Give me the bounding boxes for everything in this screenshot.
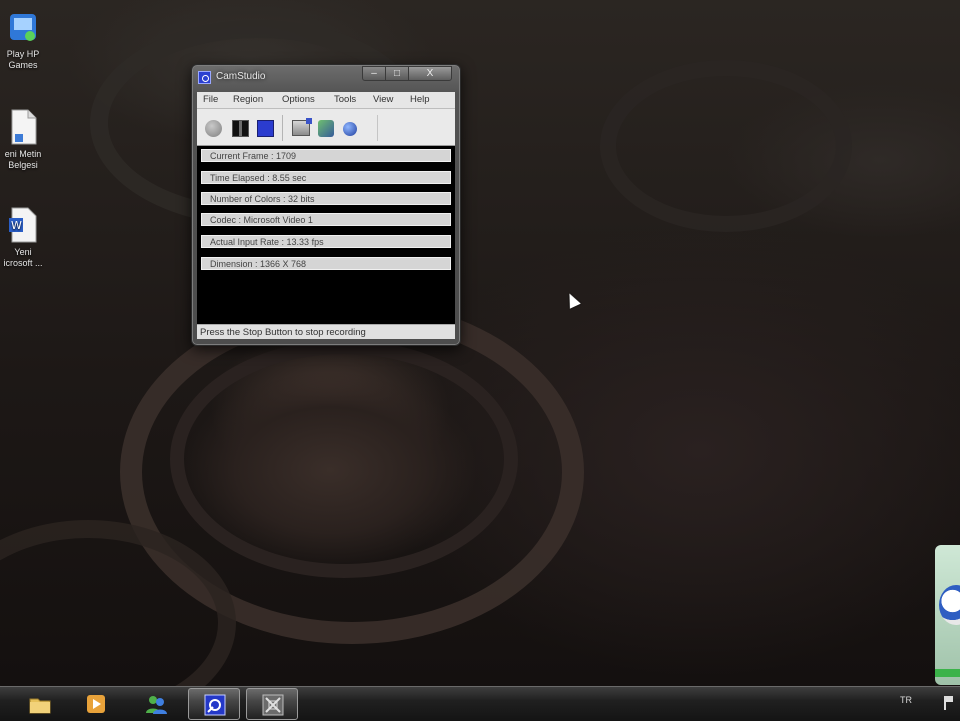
toolbar-separator (377, 115, 378, 141)
unknown-app-icon (262, 694, 284, 716)
menu-help[interactable]: Help (410, 94, 430, 105)
text-document-icon (6, 108, 40, 146)
desktop-icon-label: Belgesi (8, 160, 38, 170)
time-elapsed-row: Time Elapsed : 8.55 sec (201, 171, 451, 184)
desktop-icon-hp-games[interactable]: Play HP Games (0, 8, 52, 71)
taskbar-app-button[interactable] (246, 688, 298, 720)
desktop-background: Play HP Games eni Metin Belgesi W Yeni i… (0, 0, 960, 686)
language-indicator[interactable]: TR (900, 695, 912, 705)
taskbar-media-player-button[interactable] (70, 688, 122, 720)
menu-view[interactable]: View (373, 94, 393, 105)
wallpaper-ring (600, 60, 852, 232)
pause-icon[interactable] (232, 120, 249, 137)
action-center-flag-icon[interactable] (944, 696, 954, 710)
desktop-icon-text-document[interactable]: eni Metin Belgesi (0, 108, 52, 171)
info-text: Dimension : 1366 X 768 (210, 259, 307, 269)
close-button[interactable]: X (408, 66, 452, 81)
window-client-area: File Region Options Tools View Help Curr… (197, 92, 455, 339)
mouse-cursor-icon (564, 290, 581, 309)
camstudio-window[interactable]: CamStudio ‒ □ X File Region Options Tool… (191, 64, 461, 346)
wallpaper-ring (120, 300, 584, 644)
info-text: Current Frame : 1709 (210, 151, 297, 161)
toolbar-separator (282, 115, 283, 141)
desktop-icon-label: Yeni (14, 247, 32, 257)
menu-options[interactable]: Options (282, 94, 315, 105)
file-explorer-icon (29, 693, 51, 715)
desktop-icon-label: Games (8, 60, 38, 70)
region-icon[interactable] (292, 118, 312, 136)
current-frame-row: Current Frame : 1709 (201, 149, 451, 162)
taskbar-camstudio-button[interactable] (188, 688, 240, 720)
info-text: Number of Colors : 32 bits (210, 194, 315, 204)
codec-row: Codec : Microsoft Video 1 (201, 213, 451, 226)
number-of-colors-row: Number of Colors : 32 bits (201, 192, 451, 205)
status-bar: Press the Stop Button to stop recording (197, 324, 455, 339)
wallpaper-ring (0, 520, 236, 686)
taskbar-messenger-button[interactable] (130, 688, 182, 720)
maximize-button[interactable]: □ (385, 66, 409, 81)
taskbar-explorer-button[interactable] (14, 688, 66, 720)
wallpaper-ring (170, 340, 518, 578)
desktop-icon-word-document[interactable]: W Yeni icrosoft ... (0, 206, 52, 269)
games-icon (6, 8, 40, 46)
desktop-icon-label: eni Metin (4, 149, 42, 159)
dimension-row: Dimension : 1366 X 768 (201, 257, 451, 270)
menu-region[interactable]: Region (233, 94, 263, 105)
svg-text:W: W (11, 219, 22, 232)
record-icon[interactable] (205, 120, 222, 137)
stop-icon[interactable] (257, 120, 274, 137)
info-text: Time Elapsed : 8.55 sec (210, 173, 307, 183)
camstudio-icon (204, 694, 226, 716)
word-document-icon: W (6, 206, 40, 244)
messenger-icon (145, 693, 167, 715)
menu-file[interactable]: File (203, 94, 218, 105)
status-text: Press the Stop Button to stop recording (200, 327, 366, 338)
info-text: Codec : Microsoft Video 1 (210, 215, 313, 225)
minimize-button[interactable]: ‒ (362, 66, 386, 81)
input-rate-row: Actual Input Rate : 13.33 fps (201, 235, 451, 248)
info-text: Actual Input Rate : 13.33 fps (210, 237, 324, 247)
options-icon[interactable] (318, 120, 334, 137)
media-player-icon (85, 693, 107, 715)
desktop-icon-label: icrosoft ... (3, 258, 43, 268)
desktop-gadget[interactable] (935, 545, 960, 685)
menu-tools[interactable]: Tools (334, 94, 356, 105)
desktop-icon-label: Play HP (6, 49, 40, 59)
title-bar[interactable]: CamStudio ‒ □ X (192, 65, 460, 87)
taskbar: TR (0, 686, 960, 721)
web-icon[interactable] (343, 122, 357, 136)
menu-bar: File Region Options Tools View Help (197, 92, 455, 109)
window-title: CamStudio (216, 71, 266, 82)
recording-info-panel: Current Frame : 1709 Time Elapsed : 8.55… (197, 146, 455, 324)
toolbar (197, 109, 455, 146)
camstudio-icon (198, 71, 211, 84)
